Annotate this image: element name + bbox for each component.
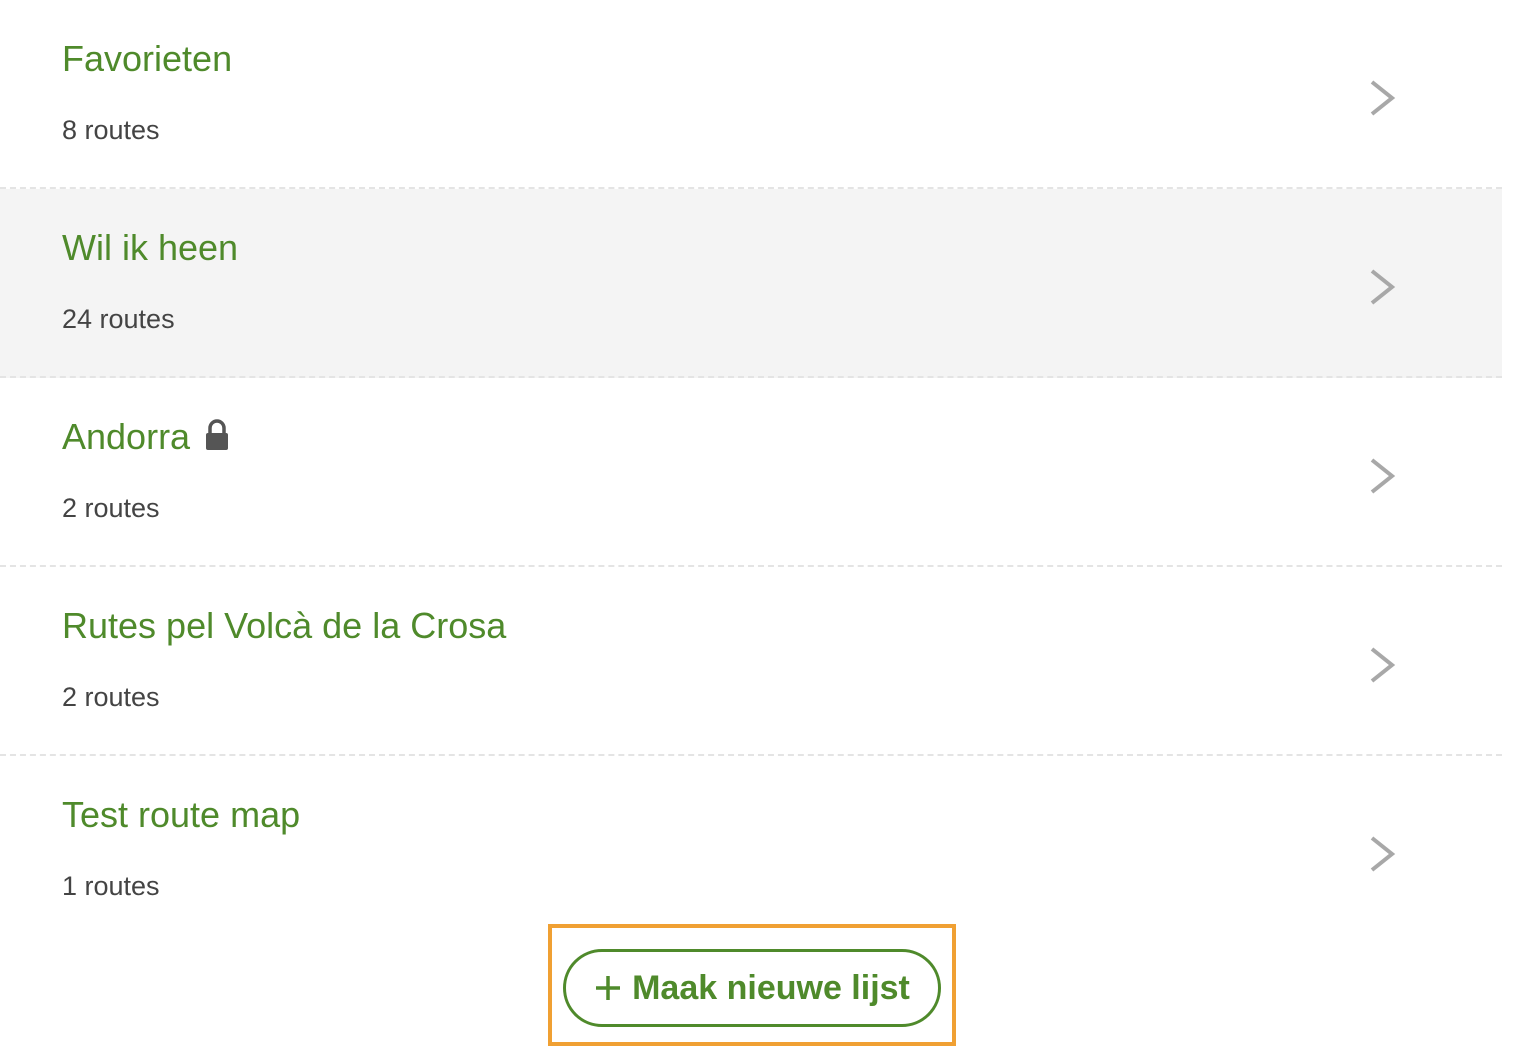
route-lists: Favorieten 8 routes Wil ik heen 24 route…	[0, 0, 1502, 943]
list-item-count: 2 routes	[62, 682, 160, 712]
chevron-right-icon	[1370, 458, 1396, 494]
list-item-count: 8 routes	[62, 115, 160, 145]
list-item-title: Andorra	[62, 416, 230, 458]
chevron-right-icon	[1370, 80, 1396, 116]
new-list-focus-outline: Maak nieuwe lijst	[548, 924, 956, 1046]
list-item-wil-ik-heen[interactable]: Wil ik heen 24 routes	[0, 189, 1502, 378]
list-item-count: 2 routes	[62, 493, 160, 523]
list-item-title: Favorieten	[62, 38, 233, 79]
list-item-title: Test route map	[62, 794, 301, 835]
list-item-title: Wil ik heen	[62, 227, 239, 268]
chevron-right-icon	[1370, 269, 1396, 305]
new-list-button-label: Maak nieuwe lijst	[632, 968, 910, 1007]
list-item-favorieten[interactable]: Favorieten 8 routes	[0, 0, 1502, 189]
list-item-rutes-pel-volca[interactable]: Rutes pel Volcà de la Crosa 2 routes	[0, 567, 1502, 756]
new-list-button[interactable]: Maak nieuwe lijst	[563, 949, 941, 1027]
list-item-test-route-map[interactable]: Test route map 1 routes	[0, 756, 1502, 943]
list-item-andorra[interactable]: Andorra 2 routes	[0, 378, 1502, 567]
list-item-title: Rutes pel Volcà de la Crosa	[62, 605, 507, 646]
plus-icon	[596, 976, 621, 1000]
list-item-count: 24 routes	[62, 304, 175, 334]
chevron-right-icon	[1370, 836, 1396, 872]
lock-icon	[206, 419, 229, 450]
chevron-right-icon	[1370, 647, 1396, 683]
list-item-count: 1 routes	[62, 871, 160, 901]
